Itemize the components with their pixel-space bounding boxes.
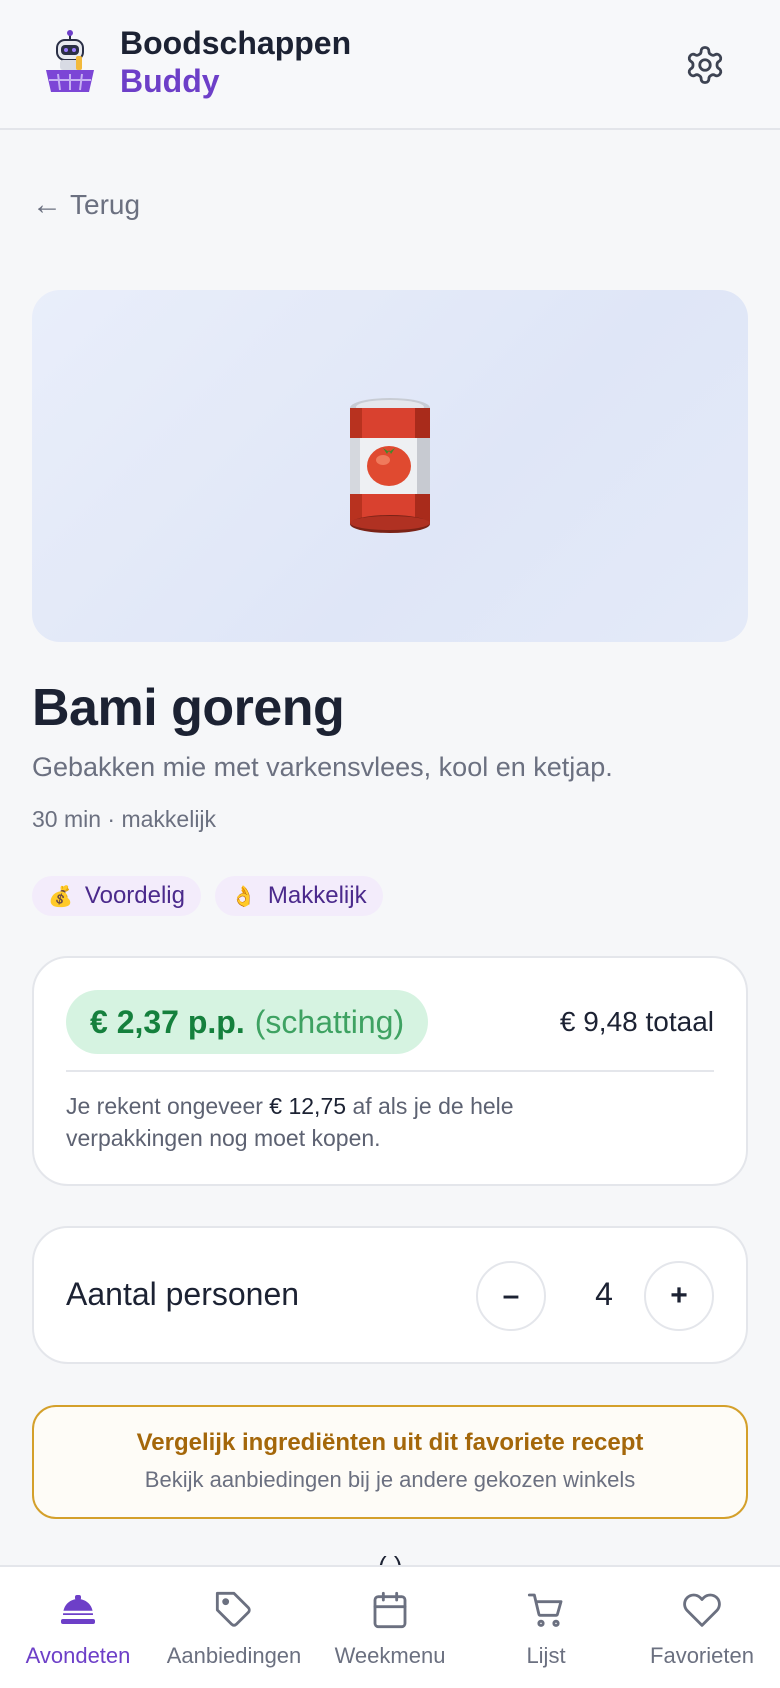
bottom-navigation: Avondeten Aanbiedingen Weekmenu Lijst Fa… <box>0 1565 780 1688</box>
back-link[interactable]: ← Terug <box>32 188 140 222</box>
recipe-meta: 30 min · makkelijk <box>32 806 217 832</box>
tag-label: Makkelijk <box>267 882 367 909</box>
recipe-description: Gebakken mie met varkensvlees, kool en k… <box>32 752 613 782</box>
note-amount: € 12,75 <box>269 1093 347 1119</box>
app-brand: Boodschappen Buddy <box>120 24 351 100</box>
tomato-can-icon <box>350 398 430 533</box>
calendar-icon <box>373 1591 407 1629</box>
recipe-tags: 💰 Voordelig 👌 Makkelijk <box>32 876 383 916</box>
nav-item-favorieten[interactable]: Favorieten <box>624 1587 780 1669</box>
divider <box>66 1070 714 1072</box>
money-bag-icon: 💰 <box>48 885 73 908</box>
arrow-left-icon: ← <box>32 188 62 221</box>
note-prefix: Je rekent ongeveer <box>66 1093 263 1119</box>
decrease-servings-button[interactable]: – <box>476 1261 546 1331</box>
cloche-icon <box>61 1595 95 1624</box>
nav-label: Avondeten <box>25 1643 131 1668</box>
compare-subtitle: Bekijk aanbiedingen bij je andere gekoze… <box>144 1467 636 1492</box>
price-total: € 9,48 totaal <box>559 1006 714 1037</box>
price-card: € 2,37 p.p. (schatting) € 9,48 totaal Je… <box>32 956 748 1186</box>
increase-servings-button[interactable]: + <box>644 1261 714 1331</box>
nav-item-aanbiedingen[interactable]: Aanbiedingen <box>156 1587 312 1669</box>
ok-hand-icon: 👌 <box>230 885 256 908</box>
tag-voordelig: 💰 Voordelig <box>32 876 201 916</box>
nav-item-lijst[interactable]: Lijst <box>468 1587 624 1669</box>
nav-label: Aanbiedingen <box>166 1643 302 1668</box>
app-header: Boodschappen Buddy <box>0 0 780 130</box>
servings-count: 4 <box>595 1276 613 1312</box>
brand-name-line2: Buddy <box>120 63 220 99</box>
compare-ingredients-button[interactable]: Vergelijk ingrediënten uit dit favoriete… <box>32 1405 748 1519</box>
price-per-person-badge: € 2,37 p.p. (schatting) <box>66 990 429 1054</box>
back-label: Terug <box>70 189 141 220</box>
cart-icon <box>527 1593 563 1627</box>
price-estimate-label: (schatting) <box>254 1003 405 1040</box>
tag-makkelijk: 👌 Makkelijk <box>214 876 383 916</box>
recipe-title: Bami goreng <box>32 679 345 737</box>
nav-item-avondeten[interactable]: Avondeten <box>0 1587 156 1669</box>
servings-label: Aantal personen <box>66 1276 300 1312</box>
nav-label: Weekmenu <box>334 1643 446 1668</box>
tag-icon <box>215 1591 251 1627</box>
recipe-hero-image <box>32 290 748 642</box>
gear-icon <box>687 46 723 84</box>
robot-basket-logo-icon <box>42 30 98 96</box>
compare-title: Vergelijk ingrediënten uit dit favoriete… <box>136 1429 644 1456</box>
nav-item-weekmenu[interactable]: Weekmenu <box>312 1587 468 1669</box>
package-cost-note: Je rekent ongeveer € 12,75 af als je de … <box>66 1090 626 1154</box>
brand-name-line1: Boodschappen <box>120 25 352 61</box>
servings-card: Aantal personen – 4 + <box>32 1226 748 1364</box>
nav-label: Favorieten <box>650 1643 754 1668</box>
nav-label: Lijst <box>526 1643 566 1668</box>
tag-label: Voordelig <box>84 882 185 909</box>
settings-button[interactable] <box>680 40 730 90</box>
price-per-person: € 2,37 p.p. <box>90 1003 245 1040</box>
heart-icon <box>683 1593 721 1627</box>
